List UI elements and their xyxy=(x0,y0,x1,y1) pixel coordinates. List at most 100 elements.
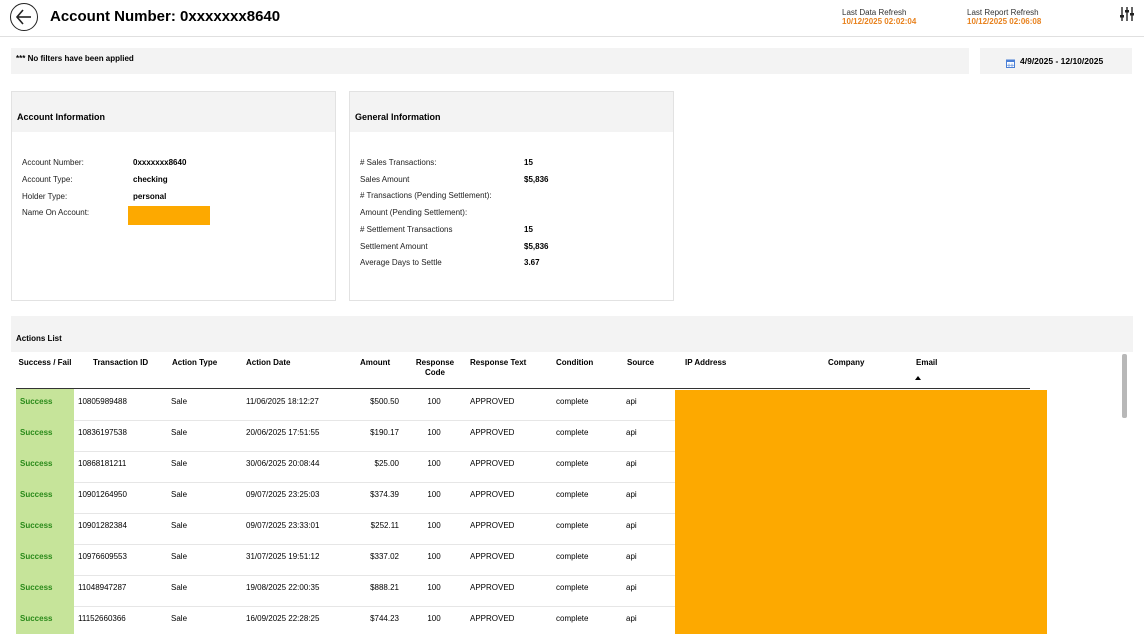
status-text: Success xyxy=(20,428,53,437)
settlement-transactions-label: # Settlement Transactions xyxy=(360,225,453,234)
response-text-cell: APPROVED xyxy=(470,614,515,623)
holder-type-value: personal xyxy=(133,192,167,201)
arrow-left-icon xyxy=(15,9,31,25)
page-title: Account Number: 0xxxxxxx8640 xyxy=(50,8,281,25)
settlement-amount-label: Settlement Amount xyxy=(360,242,428,251)
column-header-action-type[interactable]: Action Type xyxy=(172,358,217,368)
account-number-label: Account Number: xyxy=(22,158,84,167)
action-type-cell: Sale xyxy=(171,459,188,468)
general-information-title: General Information xyxy=(355,112,441,122)
source-cell: api xyxy=(626,552,637,561)
average-days-label: Average Days to Settle xyxy=(360,258,442,267)
response-text-cell: APPROVED xyxy=(470,459,515,468)
back-button[interactable] xyxy=(10,3,38,31)
status-text: Success xyxy=(20,614,53,623)
source-cell: api xyxy=(626,521,637,530)
action-date-cell: 30/06/2025 20:08:44 xyxy=(246,459,320,468)
source-cell: api xyxy=(626,490,637,499)
transaction-id-cell: 10805989488 xyxy=(78,397,127,406)
status-text: Success xyxy=(20,459,53,468)
actions-list-header xyxy=(11,316,1133,352)
transaction-id-cell: 10901282384 xyxy=(78,521,127,530)
action-type-cell: Sale xyxy=(171,490,188,499)
sales-transactions-value: 15 xyxy=(524,158,533,167)
column-header-company[interactable]: Company xyxy=(828,358,864,368)
sort-ascending-icon[interactable] xyxy=(915,376,921,380)
filter-status-text: *** No filters have been applied xyxy=(16,54,134,63)
filter-bar xyxy=(11,48,969,74)
pending-amount-label: Amount (Pending Settlement): xyxy=(360,208,468,217)
status-text: Success xyxy=(20,552,53,561)
response-code-cell: 100 xyxy=(427,459,441,468)
settlement-transactions-value: 15 xyxy=(524,225,533,234)
response-text-cell: APPROVED xyxy=(470,428,515,437)
account-number-value: 0xxxxxxx8640 xyxy=(133,158,187,167)
amount-cell: $500.50 xyxy=(370,397,399,406)
header-divider xyxy=(0,36,1144,37)
response-text-cell: APPROVED xyxy=(470,521,515,530)
column-header-email[interactable]: Email xyxy=(916,358,937,368)
action-date-cell: 16/09/2025 22:28:25 xyxy=(246,614,320,623)
status-text: Success xyxy=(20,521,53,530)
condition-cell: complete xyxy=(556,490,589,499)
action-type-cell: Sale xyxy=(171,552,188,561)
sales-transactions-label: # Sales Transactions: xyxy=(360,158,437,167)
condition-cell: complete xyxy=(556,459,589,468)
account-type-label: Account Type: xyxy=(22,175,73,184)
action-date-cell: 19/08/2025 22:00:35 xyxy=(246,583,320,592)
last-report-refresh-label: Last Report Refresh xyxy=(967,8,1039,17)
action-date-cell: 31/07/2025 19:51:12 xyxy=(246,552,320,561)
condition-cell: complete xyxy=(556,552,589,561)
last-data-refresh-value: 10/12/2025 02:02:04 xyxy=(842,17,917,26)
source-cell: api xyxy=(626,614,637,623)
condition-cell: complete xyxy=(556,583,589,592)
column-header-status[interactable]: Success / Fail xyxy=(17,358,73,368)
transaction-id-cell: 10868181211 xyxy=(78,459,127,468)
action-type-cell: Sale xyxy=(171,397,188,406)
condition-cell: complete xyxy=(556,521,589,530)
action-date-cell: 20/06/2025 17:51:55 xyxy=(246,428,320,437)
sliders-icon[interactable] xyxy=(1120,6,1134,22)
last-data-refresh-label: Last Data Refresh xyxy=(842,8,907,17)
transaction-id-cell: 11048947287 xyxy=(78,583,127,592)
table-scrollbar-thumb[interactable] xyxy=(1122,354,1127,418)
average-days-value: 3.67 xyxy=(524,258,540,267)
actions-list-title: Actions List xyxy=(16,334,62,343)
calendar-icon xyxy=(1006,55,1015,68)
amount-cell: $888.21 xyxy=(370,583,399,592)
last-report-refresh-value: 10/12/2025 02:06:08 xyxy=(967,17,1042,26)
source-cell: api xyxy=(626,428,637,437)
condition-cell: complete xyxy=(556,428,589,437)
transaction-id-cell: 10901264950 xyxy=(78,490,127,499)
redacted-contact-block xyxy=(675,390,1047,634)
action-type-cell: Sale xyxy=(171,428,188,437)
transaction-id-cell: 10976609553 xyxy=(78,552,127,561)
action-type-cell: Sale xyxy=(171,614,188,623)
name-on-account-label: Name On Account: xyxy=(22,208,90,217)
column-header-response-text[interactable]: Response Text xyxy=(470,358,526,368)
column-header-ip-address[interactable]: IP Address xyxy=(685,358,726,368)
amount-cell: $25.00 xyxy=(374,459,399,468)
response-text-cell: APPROVED xyxy=(470,583,515,592)
pending-transactions-label: # Transactions (Pending Settlement): xyxy=(360,191,492,200)
source-cell: api xyxy=(626,459,637,468)
column-header-transaction-id[interactable]: Transaction ID xyxy=(93,358,148,368)
column-header-action-date[interactable]: Action Date xyxy=(246,358,290,368)
column-header-source[interactable]: Source xyxy=(627,358,654,368)
amount-cell: $337.02 xyxy=(370,552,399,561)
action-date-cell: 09/07/2025 23:25:03 xyxy=(246,490,320,499)
transaction-id-cell: 10836197538 xyxy=(78,428,127,437)
condition-cell: complete xyxy=(556,397,589,406)
condition-cell: complete xyxy=(556,614,589,623)
column-header-response-code[interactable]: Response Code xyxy=(412,358,458,378)
response-text-cell: APPROVED xyxy=(470,397,515,406)
action-date-cell: 11/06/2025 18:12:27 xyxy=(246,397,319,406)
holder-type-label: Holder Type: xyxy=(22,192,68,201)
column-header-condition[interactable]: Condition xyxy=(556,358,593,368)
response-code-cell: 100 xyxy=(427,583,441,592)
response-code-cell: 100 xyxy=(427,521,441,530)
amount-cell: $744.23 xyxy=(370,614,399,623)
column-header-amount[interactable]: Amount xyxy=(360,358,390,368)
response-code-cell: 100 xyxy=(427,490,441,499)
date-range-text: 4/9/2025 - 12/10/2025 xyxy=(1020,56,1104,66)
